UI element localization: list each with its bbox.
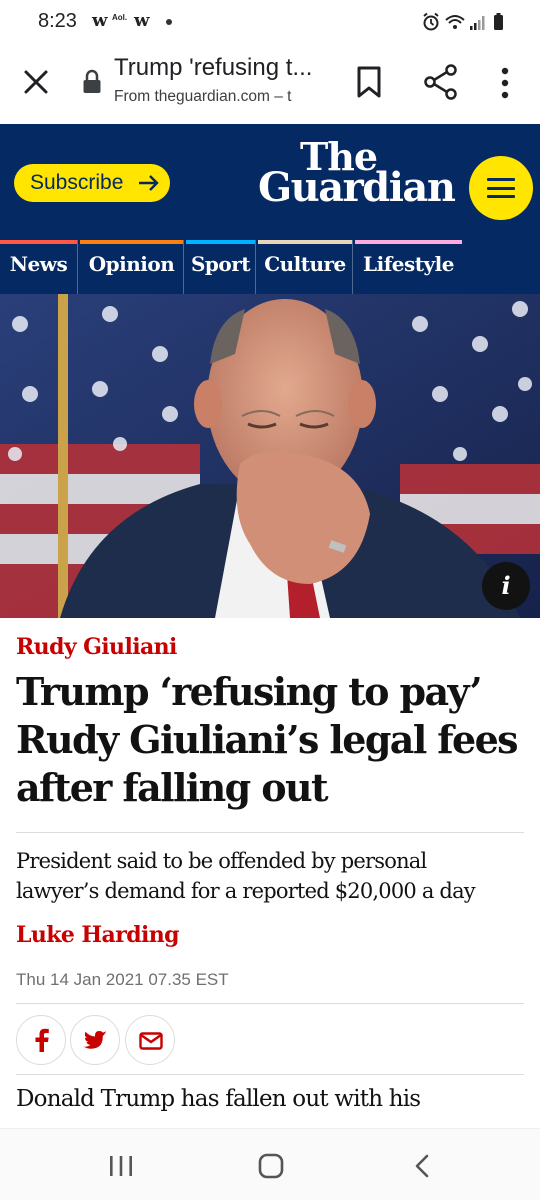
subscribe-label: Subscribe <box>30 171 124 194</box>
headline-line: after falling out <box>16 765 329 810</box>
pillar-lifestyle[interactable]: Lifestyle <box>355 240 462 294</box>
notification-aol-icon: Aol. <box>112 13 128 22</box>
headline-line: Rudy Giuliani’s legal fees <box>16 717 519 762</box>
alarm-icon <box>423 12 439 31</box>
menu-button[interactable] <box>469 156 533 220</box>
notification-dot-icon <box>166 19 172 25</box>
share-email-button[interactable] <box>125 1015 175 1065</box>
image-info-button[interactable]: i <box>482 562 530 610</box>
arrow-right-icon <box>139 175 159 191</box>
share-icon[interactable] <box>424 64 458 100</box>
hero-image[interactable] <box>0 294 540 618</box>
pillar-opinion[interactable]: Opinion <box>80 240 184 294</box>
subscribe-button[interactable]: Subscribe <box>14 164 170 202</box>
facebook-icon <box>35 1028 49 1052</box>
article-body: Donald Trump has fallen out with his <box>16 1086 421 1112</box>
divider <box>16 832 524 833</box>
email-icon <box>139 1032 163 1050</box>
pillar-opinion-label: Opinion <box>88 252 175 276</box>
page-title[interactable]: Trump 'refusing t... <box>114 54 324 82</box>
pillar-nav: News Opinion Sport Culture Lifestyle <box>0 240 540 294</box>
notification-w-icon-2: w <box>134 10 150 31</box>
standfirst-line: President said to be offended by persona… <box>16 849 427 873</box>
article-date: Thu 14 Jan 2021 07.35 EST <box>16 970 229 989</box>
status-icons <box>423 12 503 31</box>
bookmark-icon[interactable] <box>356 66 382 98</box>
pillar-culture[interactable]: Culture <box>258 240 353 294</box>
hero-photo <box>0 294 540 618</box>
notification-w-icon: w <box>92 10 108 31</box>
twitter-icon <box>84 1031 107 1049</box>
article-headline: Trump ‘refusing to pay’ Rudy Giuliani’s … <box>16 668 526 812</box>
article-standfirst: President said to be offended by persona… <box>16 846 526 906</box>
lock-icon <box>83 69 101 93</box>
pillar-sport-label: Sport <box>190 252 251 276</box>
home-icon[interactable] <box>258 1153 284 1179</box>
pillar-lifestyle-label: Lifestyle <box>363 252 454 276</box>
back-icon[interactable] <box>413 1153 431 1179</box>
pillar-news[interactable]: News <box>0 240 78 294</box>
page-url[interactable]: From theguardian.com – t <box>114 88 324 106</box>
signal-icon <box>470 16 485 30</box>
pillar-news-label: News <box>9 252 68 276</box>
divider <box>16 1074 524 1075</box>
headline-line: Trump ‘refusing to pay’ <box>16 669 483 714</box>
logo-guardian[interactable]: Guardian <box>258 164 456 211</box>
divider <box>16 1003 524 1004</box>
system-nav-bar <box>0 1128 540 1200</box>
status-bar: 8:23 w Aol. w <box>0 0 540 44</box>
custom-tab-toolbar: Trump 'refusing t... From theguardian.co… <box>0 44 540 124</box>
pillar-sport[interactable]: Sport <box>186 240 256 294</box>
article-byline[interactable]: Luke Harding <box>16 922 180 948</box>
share-facebook-button[interactable] <box>16 1015 66 1065</box>
pillar-culture-label: Culture <box>264 252 346 276</box>
close-icon[interactable] <box>20 66 52 98</box>
more-vert-icon[interactable] <box>495 66 515 100</box>
site-header: Subscribe The Guardian News Opinion Spor… <box>0 124 540 294</box>
article-kicker[interactable]: Rudy Giuliani <box>16 634 177 660</box>
hamburger-icon <box>487 178 515 181</box>
wifi-icon <box>445 15 465 29</box>
share-twitter-button[interactable] <box>70 1015 120 1065</box>
status-time: 8:23 <box>38 10 77 32</box>
battery-icon <box>494 13 503 30</box>
recent-apps-icon[interactable] <box>108 1155 134 1177</box>
standfirst-line: lawyer’s demand for a reported $20,000 a… <box>16 879 476 903</box>
